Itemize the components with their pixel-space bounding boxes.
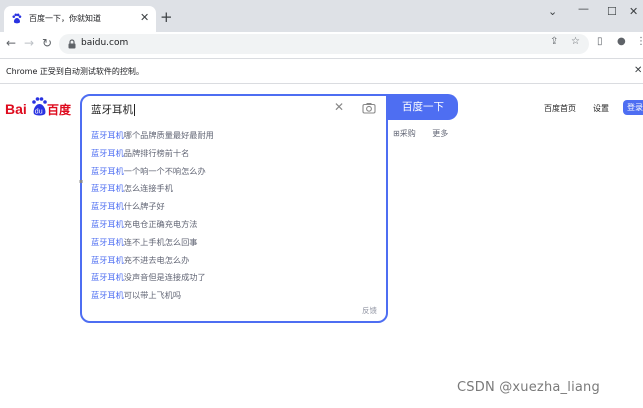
suggestion-item[interactable]: 蓝牙耳机充电仓正确充电方法 [91,216,381,234]
suggestion-prefix: 蓝牙耳机 [91,165,124,176]
suggestion-prefix: 蓝牙耳机 [91,236,124,247]
tab-close-icon[interactable]: ✕ [140,11,149,25]
suggestion-rest: 品牌排行榜前十名 [123,147,190,158]
search-tabs: ⊞采购 更多 [393,128,455,139]
tab-title: 百度一下，你就知道 [29,14,101,23]
settings-link[interactable]: 设置 [593,103,609,114]
baidu-page: Bai du 百度 蓝牙耳机 ✕ 蓝牙耳机哪个品牌质量最好最耐用 蓝牙耳机品牌排行… [0,84,643,408]
camera-search-icon[interactable] [362,102,376,114]
close-window-icon[interactable]: ✕ [629,5,638,18]
bookmark-star-icon[interactable]: ☆ [571,36,580,47]
clear-search-icon[interactable]: ✕ [334,100,344,114]
suggestion-item[interactable]: 蓝牙耳机一个响一个不响怎么办 [91,163,381,181]
tab-more[interactable]: 更多 [432,129,448,138]
suggestion-prefix: 蓝牙耳机 [91,183,124,194]
infobar-close-icon[interactable]: ✕ [634,65,642,76]
minimize-icon[interactable]: — [578,2,589,15]
suggestion-item[interactable]: 蓝牙耳机哪个品牌质量最好最耐用 [91,127,381,145]
csdn-watermark: CSDN @xuezha_liang [457,380,600,395]
tab-search-chevron-icon[interactable]: ⌄ [548,5,557,18]
feedback-link[interactable]: 反馈 [362,305,377,316]
suggestion-rest: 可以带上飞机吗 [123,290,182,301]
search-button[interactable]: 百度一下 [388,94,458,120]
toolbar: ← → ↻ baidu.com ⇪ ☆ ▯ ● ⋮ [0,32,643,56]
suggestion-item[interactable]: 蓝牙耳机没声音但是连接成功了 [91,269,381,287]
suggestion-item[interactable]: 蓝牙耳机怎么连接手机 [91,180,381,198]
new-tab-button[interactable]: + [160,9,173,25]
suggestion-list: 蓝牙耳机哪个品牌质量最好最耐用 蓝牙耳机品牌排行榜前十名 蓝牙耳机一个响一个不响怎么… [91,127,381,305]
suggestion-rest: 哪个品牌质量最好最耐用 [123,130,214,140]
suggestion-prefix: 蓝牙耳机 [91,147,124,158]
suggestion-prefix: 蓝牙耳机 [91,218,124,229]
svg-text:du: du [35,109,43,116]
baidu-home-link[interactable]: 百度首页 [544,103,576,114]
suggestion-rest: 充不进去电怎么办 [123,254,190,265]
suggestion-prefix: 蓝牙耳机 [91,130,124,140]
infobar-text: Chrome 正受到自动测试软件的控制。 [6,67,144,76]
login-button[interactable]: 登录 [623,100,643,115]
back-icon[interactable]: ← [6,35,16,51]
search-box[interactable]: 蓝牙耳机 ✕ 蓝牙耳机哪个品牌质量最好最耐用 蓝牙耳机品牌排行榜前十名 蓝牙耳机一个… [80,94,388,323]
suggestion-rest: 没声音但是连接成功了 [123,272,206,283]
automation-infobar: Chrome 正受到自动测试软件的控制。 ✕ [0,58,643,84]
suggestion-item[interactable]: 蓝牙耳机可以带上飞机吗 [91,287,381,305]
suggestion-rest: 充电仓正确充电方法 [123,218,198,229]
side-panel-icon[interactable]: ▯ [597,36,603,47]
reload-icon[interactable]: ↻ [42,35,52,51]
share-icon[interactable]: ⇪ [550,36,558,47]
suggestion-item[interactable]: 蓝牙耳机连不上手机怎么回事 [91,234,381,252]
browser-window: 百度一下，你就知道 ✕ + ⌄ — ☐ ✕ ← → ↻ baidu.com ⇪ … [0,0,643,408]
suggestion-prefix: 蓝牙耳机 [91,272,124,283]
menu-icon[interactable]: ⋮ [636,36,643,47]
tab-strip: 百度一下，你就知道 ✕ + ⌄ — ☐ ✕ [0,0,643,32]
search-input[interactable]: 蓝牙耳机 [91,102,135,117]
baidu-paw-icon [12,13,22,24]
url-text: baidu.com [81,38,129,48]
suggestion-prefix: 蓝牙耳机 [91,290,124,301]
address-bar[interactable]: baidu.com [59,34,589,54]
lock-icon [68,39,76,49]
suggestion-prefix: 蓝牙耳机 [91,201,124,212]
baidu-logo[interactable]: Bai du 百度 [5,96,73,118]
suggestion-item[interactable]: 蓝牙耳机充不进去电怎么办 [91,252,381,270]
suggestion-rest: 一个响一个不响怎么办 [123,165,206,176]
tab-caigou[interactable]: ⊞采购 [393,129,423,138]
forward-icon[interactable]: → [24,35,34,51]
profile-icon[interactable]: ● [617,36,626,47]
suggestion-item[interactable]: 蓝牙耳机品牌排行榜前十名 [91,145,381,163]
suggestion-rest: 怎么连接手机 [123,183,173,194]
suggestion-prefix: 蓝牙耳机 [91,254,124,265]
suggestion-rest: 连不上手机怎么回事 [123,236,198,247]
tab-baidu[interactable]: 百度一下，你就知道 ✕ [4,6,156,32]
suggestion-item[interactable]: 蓝牙耳机什么牌子好 [91,198,381,216]
svg-text:Bai: Bai [5,101,27,117]
suggestion-rest: 什么牌子好 [123,201,165,212]
svg-text:百度: 百度 [47,102,72,117]
bullet-dot: ▪ [79,178,84,185]
maximize-icon[interactable]: ☐ [607,5,617,18]
